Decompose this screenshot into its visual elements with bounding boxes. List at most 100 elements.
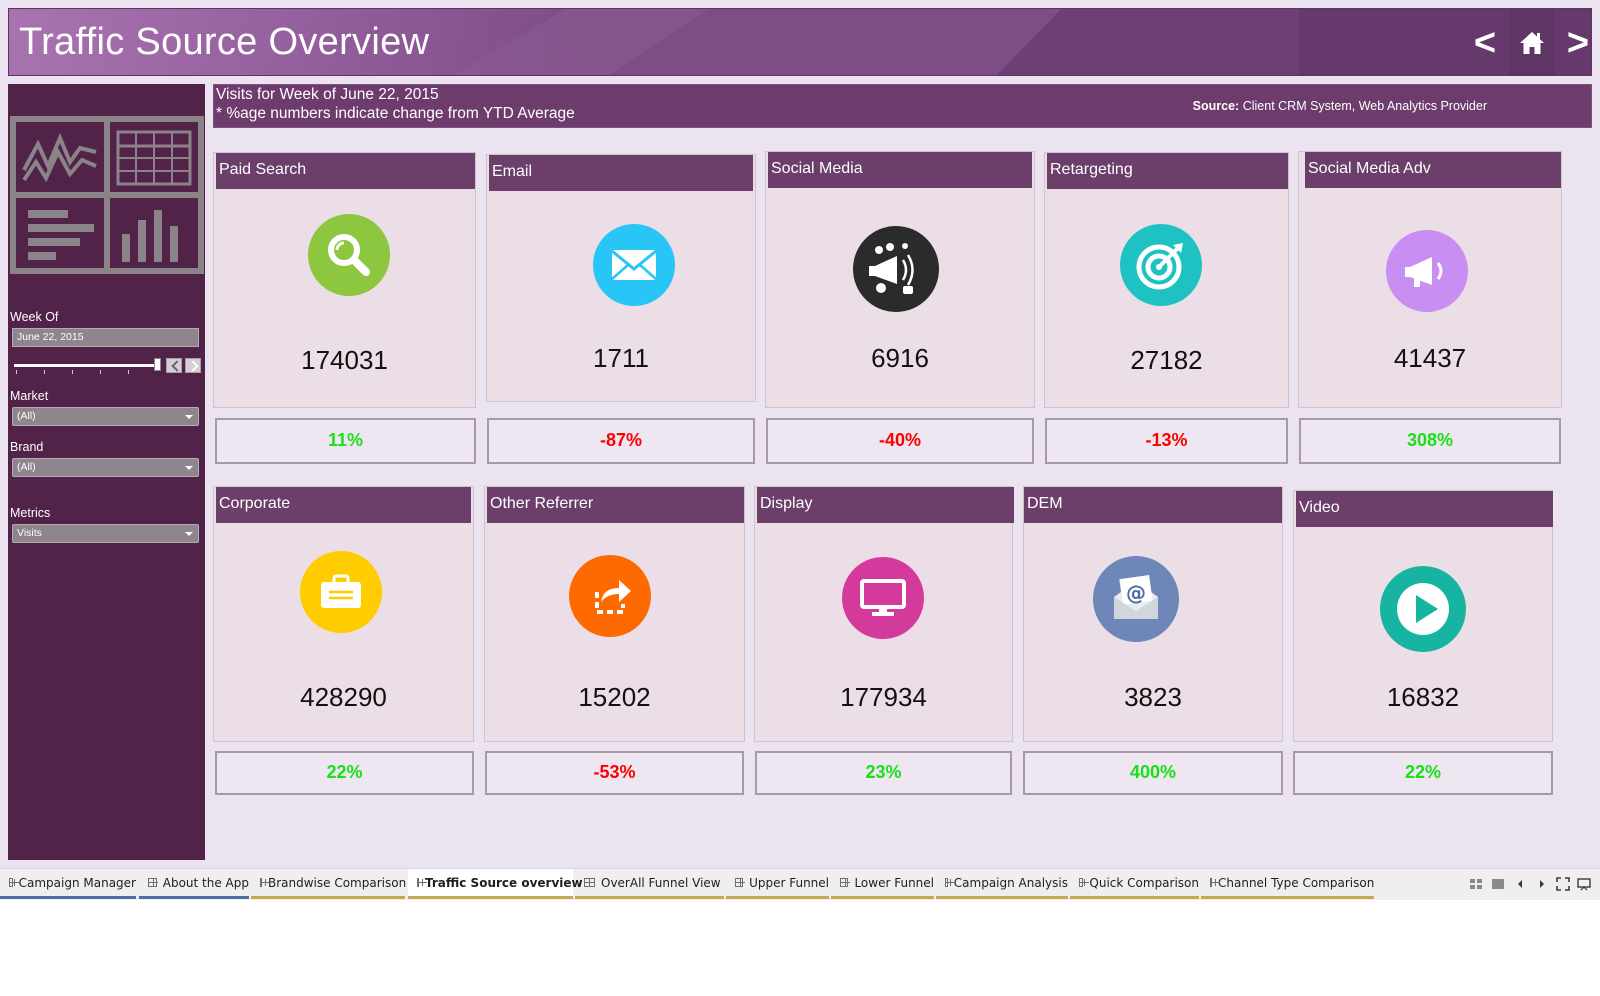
next-page-button[interactable]: > bbox=[1555, 9, 1591, 75]
email-at-icon: @ bbox=[1093, 556, 1179, 642]
week-slider-track[interactable] bbox=[14, 364, 158, 367]
slider-tick bbox=[44, 370, 45, 374]
tile-email[interactable]: Email 1711 bbox=[486, 154, 756, 402]
fullscreen-icon[interactable] bbox=[1555, 877, 1571, 891]
megaphone-icon bbox=[1386, 230, 1468, 312]
tab-label: Traffic Source overview bbox=[425, 875, 583, 890]
tile-title: Email bbox=[489, 155, 753, 191]
play-icon bbox=[1380, 566, 1466, 652]
metrics-label: Metrics bbox=[10, 506, 51, 520]
tab-campaign-manager[interactable]: Campaign Manager bbox=[0, 869, 136, 899]
thumbnail-view-icon[interactable] bbox=[1468, 877, 1484, 891]
week-previous-button[interactable] bbox=[166, 358, 182, 373]
dashboard-logo-icon bbox=[10, 116, 204, 274]
tile-change-badge: 22% bbox=[1293, 751, 1553, 795]
chevron-down-icon bbox=[185, 415, 193, 419]
logo-cell bbox=[16, 122, 104, 192]
tab-about-the-app[interactable]: About the App bbox=[139, 869, 249, 899]
metrics-dropdown[interactable]: Visits bbox=[12, 524, 199, 543]
tile-title: Corporate bbox=[216, 487, 471, 523]
metrics-dropdown-value: Visits bbox=[17, 527, 42, 539]
week-next-button[interactable] bbox=[185, 358, 201, 373]
share-arrow-icon bbox=[569, 555, 651, 637]
logo-cell bbox=[110, 122, 198, 192]
bar-chart-icon bbox=[122, 210, 178, 262]
chevron-down-icon bbox=[185, 532, 193, 536]
table-icon bbox=[116, 130, 192, 186]
tile-other-referrer[interactable]: Other Referrer 15202 bbox=[484, 486, 745, 742]
tile-title: Social Media bbox=[768, 152, 1032, 188]
target-icon bbox=[1120, 224, 1202, 306]
dashboard-tab-icon bbox=[1079, 878, 1091, 887]
tile-video[interactable]: Video 16832 bbox=[1293, 490, 1553, 742]
info-bar: Visits for Week of June 22, 2015 * %age … bbox=[213, 84, 1592, 128]
briefcase-icon bbox=[300, 551, 382, 633]
slider-tick bbox=[72, 370, 73, 374]
tile-dem[interactable]: DEM @ 3823 bbox=[1023, 486, 1283, 742]
tile-change-badge: 22% bbox=[215, 751, 474, 795]
tile-corporate[interactable]: Corporate 428290 bbox=[213, 486, 474, 742]
tab-label: Upper Funnel bbox=[749, 875, 829, 890]
week-caption: Visits for Week of June 22, 2015 bbox=[216, 86, 439, 103]
tab-label: Lower Funnel bbox=[854, 875, 934, 890]
sheet-tab-strip: Campaign Manager About the App Brandwise… bbox=[0, 868, 1600, 900]
line-chart-icon bbox=[22, 132, 97, 183]
tab-upper-funnel[interactable]: Upper Funnel bbox=[726, 869, 829, 899]
home-button[interactable] bbox=[1509, 9, 1555, 75]
brand-dropdown-value: (All) bbox=[17, 461, 36, 473]
tile-retargeting[interactable]: Retargeting 27182 bbox=[1044, 152, 1289, 408]
tile-display[interactable]: Display 177934 bbox=[754, 486, 1014, 742]
dashboard-tab-icon bbox=[260, 878, 270, 887]
dashboard-tab-icon bbox=[9, 878, 19, 887]
tile-change-badge: 308% bbox=[1299, 418, 1561, 464]
dashboard-tab-icon bbox=[584, 878, 595, 887]
tile-social-media[interactable]: Social Media 6916 bbox=[765, 151, 1035, 408]
tab-campaign-analysis[interactable]: Campaign Analysis bbox=[936, 869, 1068, 899]
tile-title: Other Referrer bbox=[487, 487, 744, 523]
tile-change-badge: -53% bbox=[485, 751, 744, 795]
tile-value: 41437 bbox=[1393, 343, 1467, 373]
filter-sidebar: Week Of June 22, 2015 Market (All) Brand… bbox=[8, 84, 205, 860]
home-icon bbox=[1520, 32, 1544, 54]
tab-label: About the App bbox=[162, 875, 249, 890]
tile-social-media-adv[interactable]: Social Media Adv 41437 bbox=[1298, 151, 1562, 408]
filmstrip-view-icon[interactable] bbox=[1490, 877, 1506, 891]
tab-label: Quick Comparison bbox=[1089, 875, 1199, 890]
tab-overall-funnel-view[interactable]: OverAll Funnel View bbox=[575, 869, 724, 899]
bar-chart-horizontal-icon bbox=[28, 210, 94, 260]
header-banner: Traffic Source Overview < > bbox=[8, 8, 1592, 76]
tab-quick-comparison[interactable]: Quick Comparison bbox=[1070, 869, 1199, 899]
tab-brandwise-comparison[interactable]: Brandwise Comparison bbox=[251, 869, 407, 899]
tile-value: 16832 bbox=[1386, 682, 1460, 712]
tile-title: Video bbox=[1296, 491, 1553, 527]
tile-paid-search[interactable]: Paid Search 174031 bbox=[213, 152, 476, 408]
tile-title: Display bbox=[757, 487, 1014, 523]
scroll-right-icon[interactable] bbox=[1534, 877, 1550, 891]
tab-traffic-source-overview[interactable]: Traffic Source overview bbox=[408, 869, 583, 899]
week-slider-handle[interactable] bbox=[154, 358, 161, 371]
market-dropdown-value: (All) bbox=[17, 410, 36, 422]
tile-change-badge: 23% bbox=[755, 751, 1012, 795]
megaphone-social-icon bbox=[853, 226, 939, 312]
previous-page-button[interactable]: < bbox=[1462, 9, 1508, 75]
tab-label: Brandwise Comparison bbox=[268, 875, 407, 890]
source-label: Source: bbox=[1192, 99, 1240, 113]
scroll-left-icon[interactable] bbox=[1512, 877, 1528, 891]
week-of-field[interactable]: June 22, 2015 bbox=[12, 328, 199, 347]
market-dropdown[interactable]: (All) bbox=[12, 407, 199, 426]
dashboard-tab-icon bbox=[148, 878, 158, 887]
tab-lower-funnel[interactable]: Lower Funnel bbox=[831, 869, 934, 899]
tile-value: 1711 bbox=[593, 343, 649, 373]
brand-dropdown[interactable]: (All) bbox=[12, 458, 199, 477]
dashboard-tab-icon bbox=[735, 878, 746, 887]
logo-cell bbox=[110, 198, 198, 268]
monitor-icon bbox=[842, 557, 924, 639]
presentation-mode-icon[interactable] bbox=[1576, 877, 1592, 891]
tile-change-badge: -40% bbox=[766, 418, 1034, 464]
slider-tick bbox=[128, 370, 129, 374]
svg-text:@: @ bbox=[1126, 581, 1146, 605]
brand-label: Brand bbox=[10, 440, 44, 454]
slider-tick bbox=[100, 370, 101, 374]
tab-channel-type-comparison[interactable]: Channel Type Comparison bbox=[1201, 869, 1374, 899]
tile-title: Retargeting bbox=[1047, 153, 1288, 189]
